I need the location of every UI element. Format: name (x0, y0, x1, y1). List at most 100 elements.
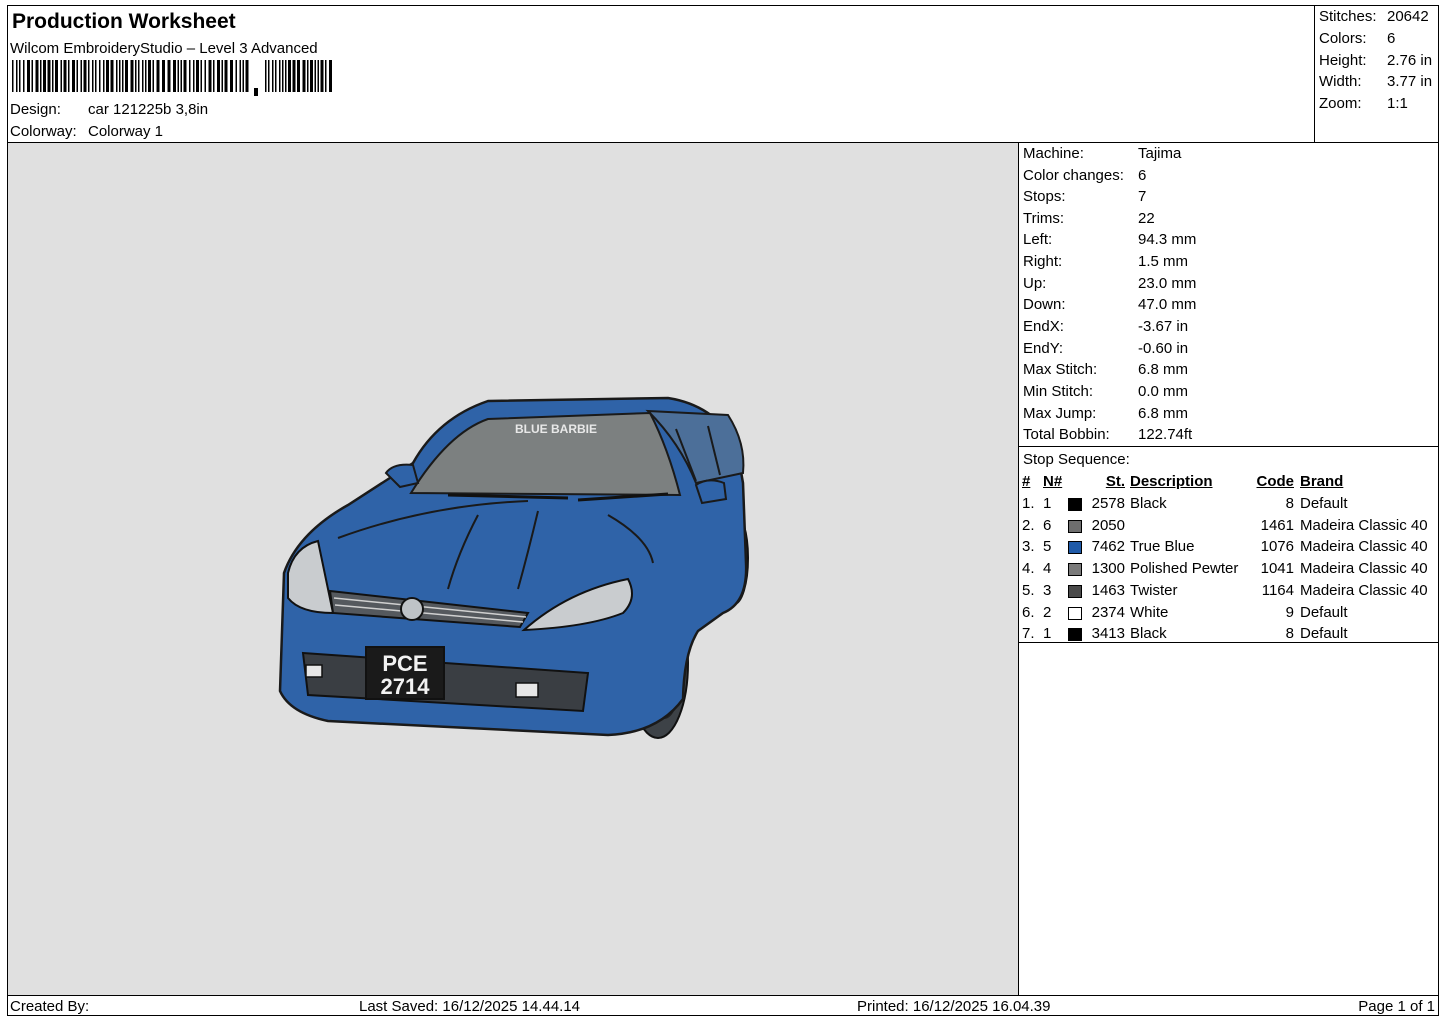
barcode-bar (110, 60, 114, 92)
stop-stitches: 2050 (1091, 516, 1125, 534)
windshield-text: BLUE BARBIE (515, 422, 597, 436)
design-label: Design: (10, 101, 61, 118)
stop-row: 3. 5 7462 True Blue 1076 Madeira Classic 40 (1019, 538, 1439, 559)
info-label: Machine: (1023, 145, 1084, 162)
barcode-bar (167, 60, 171, 92)
color-swatch (1068, 541, 1082, 555)
barcode-bar (119, 60, 121, 92)
stop-code: 1076 (1260, 538, 1294, 556)
barcode-bar (329, 60, 332, 92)
barcode-bar (162, 60, 165, 92)
stop-num: 3. (1022, 538, 1035, 556)
info-row: Min Stitch: 0.0 mm (1023, 383, 1188, 400)
stop-brand: Madeira Classic 40 (1300, 538, 1428, 556)
info-value: 1.5 mm (1138, 253, 1189, 270)
stop-stitches: 3413 (1091, 625, 1125, 643)
barcode-bar (72, 60, 75, 92)
stop-description: True Blue (1130, 538, 1195, 556)
stop-description: Black (1130, 625, 1167, 643)
barcode-bar (272, 60, 274, 92)
created-by: Created By: (10, 998, 90, 1015)
barcode-bar (317, 60, 319, 92)
info-label: Max Jump: (1023, 405, 1097, 422)
barcode-bar (68, 60, 70, 92)
stop-row: 1. 1 2578 Black 8 Default (1019, 495, 1439, 516)
barcode-bar (297, 60, 300, 92)
stop-description: Twister (1130, 581, 1178, 599)
stop-code: 1041 (1260, 560, 1294, 578)
col-brand: Brand (1300, 473, 1344, 490)
barcode-bar (288, 60, 291, 92)
stop-description: Black (1130, 495, 1167, 512)
stop-row: 4. 4 1300 Polished Pewter 1041 Madeira Classi… (1019, 560, 1439, 581)
stop-code: 1164 (1261, 581, 1294, 599)
col-description: Description (1130, 473, 1213, 490)
plate-line-1: PCE (382, 651, 427, 676)
barcode-bar (52, 60, 54, 92)
software-name: Wilcom EmbroideryStudio – Level 3 Advanc… (10, 40, 318, 57)
barcode-bar (156, 60, 160, 92)
colorway-value: Colorway 1 (88, 123, 164, 140)
color-swatch (1068, 563, 1082, 577)
stop-row: 6. 2 2374 White 9 Default (1019, 604, 1439, 625)
info-value: Tajima (1138, 145, 1182, 162)
stop-sequence-title: Stop Sequence: (1023, 451, 1130, 468)
color-swatch (1068, 584, 1082, 598)
stat-value: 6 (1387, 30, 1396, 47)
info-label: EndX: (1023, 318, 1064, 335)
barcode-bar (200, 60, 202, 92)
barcode-bar (135, 60, 137, 92)
info-row: Total Bobbin: 122.74ft (1023, 426, 1192, 443)
barcode-bar (279, 60, 281, 92)
color-swatch (1068, 519, 1082, 533)
stop-row: 2. 6 2050 1461 Madeira Classic 40 (1019, 517, 1439, 538)
barcode-bar (285, 60, 287, 92)
barcode-bar (142, 60, 144, 92)
stop-brand: Madeira Classic 40 (1300, 560, 1428, 578)
barcode-bar (80, 60, 82, 92)
barcode-bar (152, 60, 154, 92)
design-preview-canvas[interactable]: BLUE BARBIE PCE 2714 (8, 143, 1019, 995)
barcode-bar (325, 60, 327, 92)
stop-brand: Madeira Classic 40 (1300, 581, 1428, 599)
stop-needle: 1 (1043, 625, 1052, 643)
barcode-bar (63, 60, 67, 92)
stop-num: 2. (1022, 516, 1035, 534)
colorway-label: Colorway: (10, 123, 77, 140)
machine-info-panel: Machine: Tajima Color changes: 6 Stops: 7 T… (1019, 143, 1439, 447)
barcode-bar (116, 60, 118, 92)
info-label: Up: (1023, 275, 1047, 292)
info-value: 23.0 mm (1138, 275, 1197, 292)
info-row: Left: 94.3 mm (1023, 231, 1196, 248)
worksheet-header: Production Worksheet Wilcom EmbroiderySt… (8, 6, 1314, 143)
stop-brand: Default (1300, 495, 1348, 512)
info-label: Total Bobbin: (1023, 426, 1110, 443)
barcode-bar (282, 60, 284, 92)
barcode-bar (189, 60, 191, 92)
barcode-bar (103, 60, 105, 92)
info-value: -3.67 in (1138, 318, 1189, 335)
info-label: Down: (1023, 296, 1066, 313)
stop-code: 9 (1285, 603, 1294, 621)
info-row: Max Jump: 6.8 mm (1023, 405, 1188, 422)
barcode-bar (320, 60, 324, 92)
stop-num: 6. (1022, 603, 1035, 621)
barcode-bar (275, 60, 277, 92)
info-value: 122.74ft (1138, 426, 1193, 443)
info-label: Right: (1023, 253, 1063, 270)
barcode-bar (221, 60, 223, 92)
stop-needle: 5 (1043, 538, 1052, 556)
barcode-bar (106, 60, 109, 92)
info-label: Color changes: (1023, 167, 1124, 184)
page-title: Production Worksheet (12, 10, 236, 33)
stop-num: 7. (1022, 625, 1035, 643)
stop-row: 5. 3 1463 Twister 1164 Madeira Classic 40 (1019, 582, 1439, 603)
barcode-bar (307, 60, 309, 92)
info-value: 22 (1138, 210, 1155, 227)
stop-needle: 6 (1043, 516, 1052, 534)
stop-stitches: 2374 (1091, 603, 1125, 621)
barcode-bar (177, 60, 179, 92)
stat-value: 1:1 (1387, 95, 1408, 112)
info-row: Stops: 7 (1023, 188, 1146, 205)
info-value: 6.8 mm (1138, 405, 1189, 422)
